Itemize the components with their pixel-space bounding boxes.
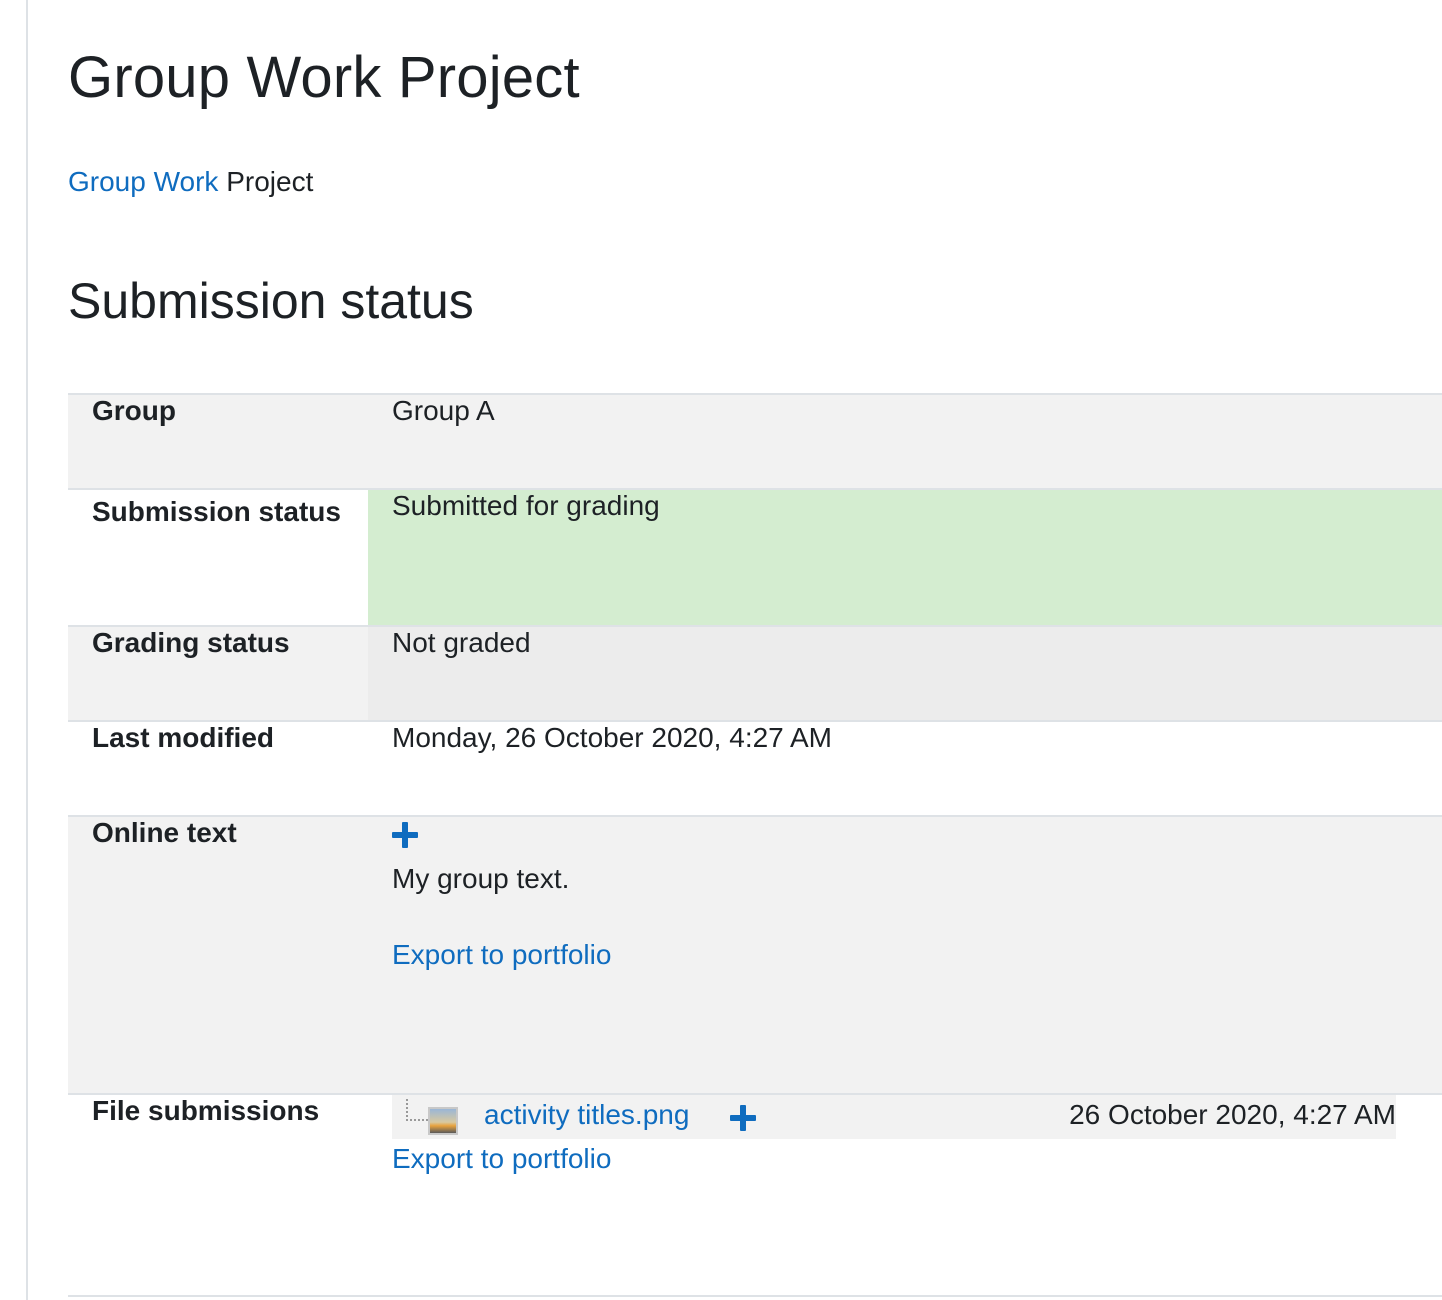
last-modified-value: Monday, 26 October 2020, 4:27 AM	[368, 721, 1442, 816]
tree-connector-icon	[406, 1099, 428, 1121]
group-work-link[interactable]: Group Work	[68, 166, 218, 197]
file-submissions-label: File submissions	[68, 1094, 368, 1296]
file-date: 26 October 2020, 4:27 AM	[1069, 1099, 1396, 1130]
last-modified-label: Last modified	[68, 721, 368, 816]
table-row-last-modified: Last modified Monday, 26 October 2020, 4…	[68, 721, 1442, 816]
page-title: Group Work Project	[68, 45, 580, 110]
table-row-online-text: Online text My group text. Export to por…	[68, 816, 1442, 1094]
intro-text: Group Work Project	[68, 166, 313, 198]
submission-status-table: Group Group A Submission status Submitte…	[68, 393, 1442, 1297]
file-link[interactable]: activity titles.png	[484, 1099, 689, 1131]
online-text-label: Online text	[68, 816, 368, 1094]
table-row-file-submissions: File submissions activity titles.png 26 …	[68, 1094, 1442, 1296]
table-row-submission-status: Submission status Submitted for grading	[68, 489, 1442, 626]
file-export-link[interactable]: Export to portfolio	[392, 1143, 611, 1175]
table-row-group: Group Group A	[68, 394, 1442, 489]
grading-status-label: Grading status	[68, 626, 368, 721]
file-list-item: activity titles.png 26 October 2020, 4:2…	[392, 1095, 1396, 1139]
table-row-grading-status: Grading status Not graded	[68, 626, 1442, 721]
file-submissions-cell: activity titles.png 26 October 2020, 4:2…	[368, 1094, 1442, 1296]
image-file-icon	[428, 1107, 458, 1135]
online-text-export-link[interactable]: Export to portfolio	[392, 939, 611, 971]
expand-plus-icon[interactable]	[392, 821, 418, 848]
online-text-cell: My group text. Export to portfolio	[368, 816, 1442, 1094]
intro-suffix: Project	[218, 166, 314, 197]
submission-status-label: Submission status	[68, 489, 368, 626]
expand-plus-icon[interactable]	[730, 1105, 756, 1131]
submission-status-value: Submitted for grading	[368, 489, 1442, 626]
left-border	[26, 0, 28, 1300]
section-title: Submission status	[68, 273, 474, 329]
grading-status-value: Not graded	[368, 626, 1442, 721]
online-text-value: My group text.	[392, 863, 570, 894]
group-value: Group A	[368, 394, 1442, 489]
group-label: Group	[68, 394, 368, 489]
